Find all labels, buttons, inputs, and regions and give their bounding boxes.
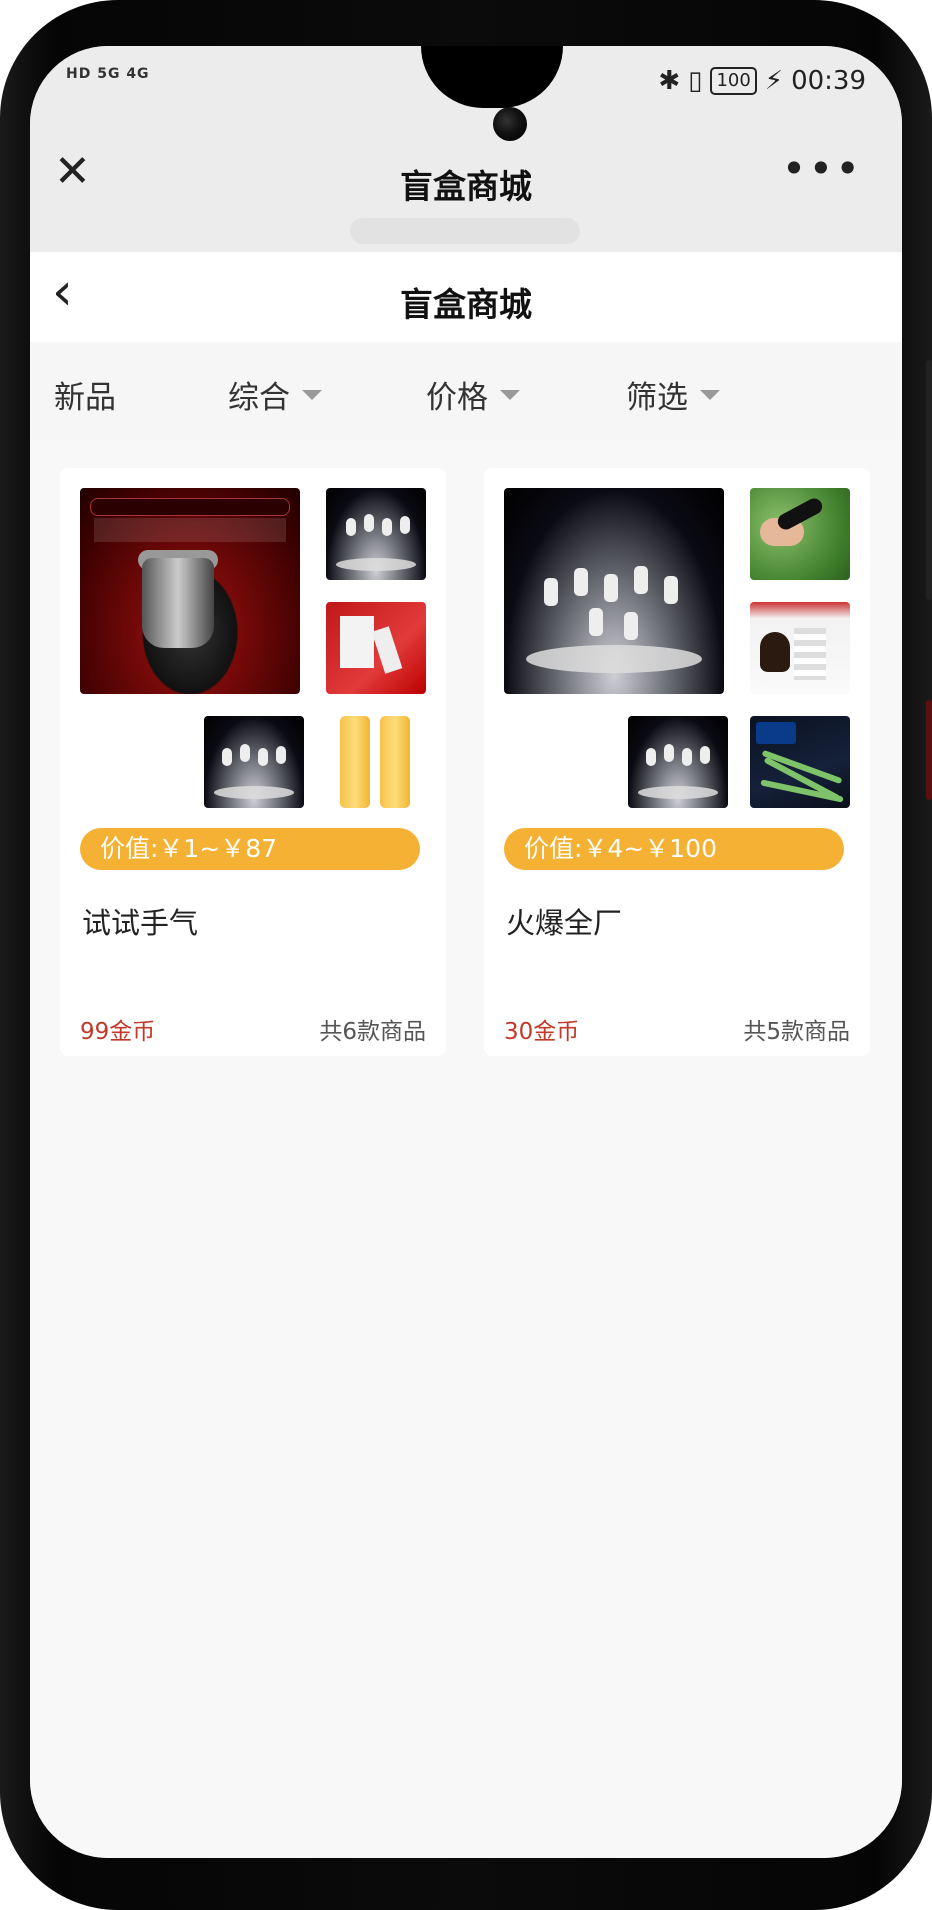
- miniprogram-title: 盲盒商城: [400, 167, 532, 206]
- battery-icon: 100: [710, 67, 757, 95]
- caret-down-icon: [700, 389, 720, 400]
- side-button: [926, 360, 932, 600]
- product-card[interactable]: 价值:￥4~￥100 火爆全厂 30金币 共5款商品: [484, 468, 870, 1056]
- network-indicators: HD 5G 4G: [66, 66, 150, 82]
- product-image: [326, 716, 426, 808]
- product-image: [750, 716, 850, 808]
- bluetooth-icon: ✱: [658, 66, 681, 96]
- product-count: 共5款商品: [743, 1019, 850, 1045]
- filter-label: 筛选: [626, 380, 688, 416]
- filter-screen[interactable]: 筛选: [626, 372, 720, 417]
- side-button: [926, 700, 932, 800]
- product-grid: 价值:￥1~￥87 试试手气 99金币 共6款商品 价值:￥4~￥100 火爆全…: [30, 440, 902, 1858]
- caret-down-icon: [500, 389, 520, 400]
- product-price: 99金币: [80, 1019, 156, 1045]
- filter-new[interactable]: 新品: [54, 372, 116, 417]
- product-card[interactable]: 价值:￥1~￥87 试试手气 99金币 共6款商品: [60, 468, 446, 1056]
- filter-label: 新品: [54, 380, 116, 416]
- screen: HD 5G 4G ✱ ▯ 100 ⚡ 00:39 ✕ 盲盒商城 ••• ‹ 盲盒…: [30, 46, 902, 1858]
- vibrate-icon: ▯: [688, 66, 703, 96]
- product-image: [504, 488, 724, 694]
- capsule-indicator: [350, 218, 580, 244]
- miniprogram-bar: ✕ 盲盒商城 •••: [30, 118, 902, 252]
- caret-down-icon: [302, 389, 322, 400]
- filter-bar: 新品 综合 价格 筛选: [30, 342, 902, 440]
- filter-price[interactable]: 价格: [426, 372, 520, 417]
- product-image: [750, 602, 850, 694]
- product-image: [204, 716, 304, 808]
- value-range-badge: 价值:￥1~￥87: [80, 828, 420, 870]
- status-right: ✱ ▯ 100 ⚡ 00:39: [658, 66, 866, 96]
- product-count: 共6款商品: [319, 1019, 426, 1045]
- phone-frame: HD 5G 4G ✱ ▯ 100 ⚡ 00:39 ✕ 盲盒商城 ••• ‹ 盲盒…: [0, 0, 932, 1910]
- product-name: 火爆全厂: [506, 906, 623, 940]
- clock: 00:39: [791, 66, 866, 96]
- filter-overall[interactable]: 综合: [228, 372, 322, 417]
- charging-icon: ⚡: [764, 66, 784, 96]
- front-camera: [493, 107, 527, 141]
- product-image: [80, 488, 300, 694]
- product-image: [750, 488, 850, 580]
- page-title: 盲盒商城: [400, 285, 532, 324]
- value-range-badge: 价值:￥4~￥100: [504, 828, 844, 870]
- product-price: 30金币: [504, 1019, 580, 1045]
- filter-label: 综合: [228, 380, 290, 416]
- more-dots-icon[interactable]: •••: [782, 144, 862, 193]
- product-image: [628, 716, 728, 808]
- product-image: [326, 488, 426, 580]
- product-name: 试试手气: [82, 906, 199, 940]
- filter-label: 价格: [426, 380, 488, 416]
- page-header: ‹ 盲盒商城: [30, 252, 902, 342]
- product-image: [326, 602, 426, 694]
